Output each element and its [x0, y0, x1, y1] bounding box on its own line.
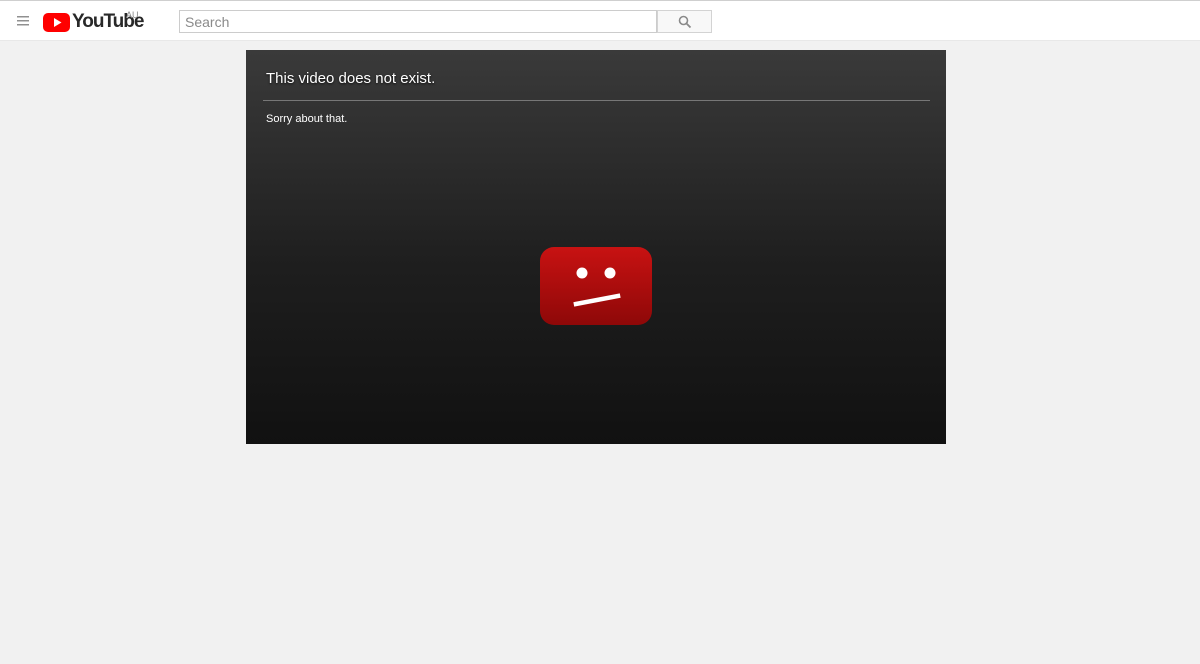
error-divider: [263, 100, 930, 101]
masthead: YouTube AU: [0, 0, 1200, 41]
sad-face-icon: [540, 247, 652, 325]
guide-menu-button[interactable]: [15, 14, 31, 28]
search-input[interactable]: [179, 10, 657, 33]
search-button[interactable]: [657, 10, 712, 33]
youtube-play-icon: [43, 12, 70, 32]
error-subtitle: Sorry about that.: [266, 113, 348, 125]
country-code: AU: [126, 10, 139, 20]
hamburger-menu-icon: [17, 16, 29, 26]
video-player-error: This video does not exist. Sorry about t…: [246, 50, 946, 444]
magnifier-icon: [678, 15, 691, 28]
error-title: This video does not exist.: [266, 70, 436, 87]
